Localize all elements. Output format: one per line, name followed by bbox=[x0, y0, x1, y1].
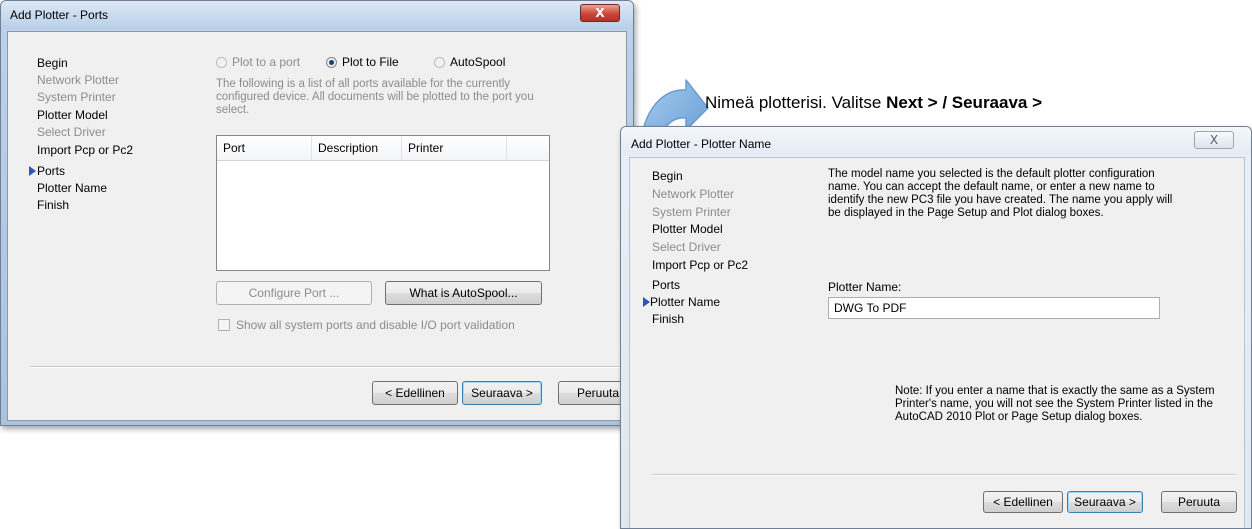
instruction-text: Nimeä plotterisi. Valitse Next > / Seura… bbox=[705, 93, 1042, 113]
instruction-text-prefix: Nimeä plotterisi. Valitse bbox=[705, 93, 887, 112]
ports-back-button[interactable]: < Edellinen bbox=[372, 381, 458, 405]
close-icon: X bbox=[1209, 133, 1219, 147]
step-marker-arrow-icon bbox=[643, 297, 650, 307]
ports-list-header: Port Description Printer bbox=[217, 136, 549, 161]
ports-dialog-titlebar: Add Plotter - Ports X bbox=[1, 1, 633, 29]
plotter-name-dialog-title: Add Plotter - Plotter Name bbox=[631, 137, 772, 151]
autospool-label: AutoSpool bbox=[450, 55, 506, 69]
plot-to-file-radio[interactable] bbox=[326, 57, 337, 68]
name-step-import: Import Pcp or Pc2 bbox=[652, 258, 749, 272]
plotter-name-input[interactable] bbox=[828, 297, 1160, 319]
autospool-radio[interactable] bbox=[434, 57, 445, 68]
name-next-button[interactable]: Seuraava > bbox=[1067, 491, 1143, 513]
ports-footer-separator bbox=[30, 366, 628, 368]
plot-to-port-label: Plot to a port bbox=[232, 55, 301, 69]
ports-dialog-title: Add Plotter - Ports bbox=[10, 8, 109, 22]
name-step-system-printer: System Printer bbox=[652, 205, 731, 219]
name-step-network-plotter: Network Plotter bbox=[652, 187, 735, 201]
step-marker-arrow-icon bbox=[29, 166, 36, 176]
name-step-ports: Ports bbox=[652, 278, 681, 292]
name-step-finish: Finish bbox=[652, 312, 685, 326]
name-footer-separator bbox=[652, 474, 1236, 476]
ports-step-plotter-name: Plotter Name bbox=[37, 181, 108, 195]
plotter-name-note: Note: If you enter a name that is exactl… bbox=[895, 385, 1215, 423]
name-step-plotter-model: Plotter Model bbox=[652, 222, 723, 236]
ports-step-select-driver: Select Driver bbox=[37, 125, 106, 139]
column-description[interactable]: Description bbox=[312, 136, 402, 160]
name-cancel-button[interactable]: Peruuta bbox=[1161, 491, 1237, 513]
ports-step-system-printer: System Printer bbox=[37, 90, 116, 104]
ports-description: The following is a list of all ports ava… bbox=[216, 78, 534, 116]
plotter-name-description: The model name you selected is the defau… bbox=[828, 168, 1173, 219]
plotter-name-label: Plotter Name: bbox=[828, 280, 902, 294]
configure-port-button[interactable]: Configure Port ... bbox=[216, 281, 372, 305]
ports-step-plotter-model: Plotter Model bbox=[37, 108, 108, 122]
plotter-name-dialog: Add Plotter - Plotter Name X Begin Netwo… bbox=[620, 126, 1252, 529]
ports-step-begin: Begin bbox=[37, 56, 68, 70]
name-step-plotter-name: Plotter Name bbox=[650, 295, 721, 309]
show-all-ports-checkbox[interactable] bbox=[218, 319, 230, 331]
ports-step-finish: Finish bbox=[37, 198, 70, 212]
close-icon: X bbox=[595, 6, 605, 20]
name-step-begin: Begin bbox=[652, 169, 683, 183]
plot-to-port-radio[interactable] bbox=[216, 57, 227, 68]
instruction-text-bold: Next > / Seuraava > bbox=[886, 93, 1043, 112]
show-all-ports-label: Show all system ports and disable I/O po… bbox=[236, 318, 515, 332]
ports-step-import: Import Pcp or Pc2 bbox=[37, 143, 134, 157]
name-back-button[interactable]: < Edellinen bbox=[983, 491, 1063, 513]
ports-step-network-plotter: Network Plotter bbox=[37, 73, 120, 87]
ports-dialog-body: Begin Network Plotter System Printer Plo… bbox=[7, 31, 633, 421]
ports-close-button[interactable]: X bbox=[580, 4, 620, 22]
column-printer[interactable]: Printer bbox=[402, 136, 507, 160]
plotter-name-close-button[interactable]: X bbox=[1194, 131, 1234, 149]
ports-dialog: Add Plotter - Ports X Begin Network Plot… bbox=[0, 0, 634, 426]
ports-next-button[interactable]: Seuraava > bbox=[462, 381, 542, 405]
name-step-select-driver: Select Driver bbox=[652, 240, 721, 254]
what-is-autospool-button[interactable]: What is AutoSpool... bbox=[385, 281, 542, 305]
column-port[interactable]: Port bbox=[217, 136, 312, 160]
plot-to-file-label: Plot to File bbox=[342, 55, 399, 69]
ports-list[interactable]: Port Description Printer bbox=[216, 135, 550, 271]
plotter-name-dialog-titlebar: Add Plotter - Plotter Name X bbox=[621, 127, 1251, 155]
ports-step-ports: Ports bbox=[37, 164, 66, 178]
plotter-name-dialog-body: Begin Network Plotter System Printer Plo… bbox=[629, 157, 1245, 528]
